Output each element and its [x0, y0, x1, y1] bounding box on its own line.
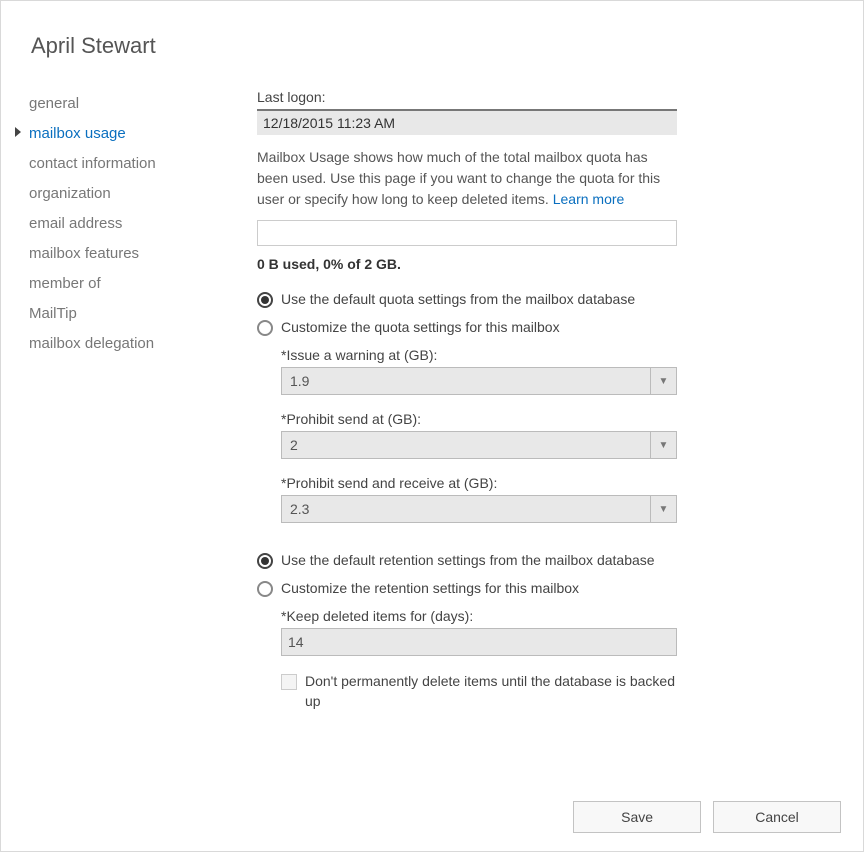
- save-button[interactable]: Save: [573, 801, 701, 833]
- learn-more-link[interactable]: Learn more: [553, 191, 625, 207]
- prohibit-sr-select[interactable]: 2.3 ▼: [281, 495, 677, 523]
- quota-custom-label: Customize the quota settings for this ma…: [281, 318, 560, 338]
- sidebar-item-label: mailbox features: [29, 245, 139, 262]
- issue-warning-value: 1.9: [290, 373, 309, 389]
- retention-default-option[interactable]: Use the default retention settings from …: [257, 551, 677, 571]
- retention-custom-option[interactable]: Customize the retention settings for thi…: [257, 579, 677, 599]
- usage-summary: 0 B used, 0% of 2 GB.: [257, 256, 677, 272]
- sidebar-item-mailbox-usage[interactable]: mailbox usage: [29, 119, 257, 149]
- sidebar-item-label: organization: [29, 185, 111, 202]
- last-logon-value: 12/18/2015 11:23 AM: [257, 109, 677, 135]
- radio-icon: [257, 553, 273, 569]
- sidebar-item-label: contact information: [29, 155, 156, 172]
- checkbox-icon: [281, 674, 297, 690]
- quota-custom-fields: *Issue a warning at (GB): 1.9 ▼ *Prohibi…: [281, 347, 677, 523]
- sidebar-item-general[interactable]: general: [29, 89, 257, 119]
- sidebar-item-label: MailTip: [29, 305, 77, 322]
- chevron-down-icon: ▼: [650, 496, 676, 522]
- issue-warning-label: *Issue a warning at (GB):: [281, 347, 677, 363]
- caret-right-icon: [15, 127, 21, 137]
- sidebar-item-label: member of: [29, 275, 101, 292]
- retention-custom-fields: *Keep deleted items for (days): 14 Don't…: [281, 608, 677, 711]
- keep-days-label: *Keep deleted items for (days):: [281, 608, 677, 624]
- radio-dot-icon: [261, 296, 269, 304]
- sidebar-item-email-address[interactable]: email address: [29, 209, 257, 239]
- radio-icon: [257, 320, 273, 336]
- sidebar-item-label: general: [29, 95, 79, 112]
- quota-default-label: Use the default quota settings from the …: [281, 290, 635, 310]
- radio-dot-icon: [261, 557, 269, 565]
- radio-icon: [257, 292, 273, 308]
- prohibit-send-label: *Prohibit send at (GB):: [281, 411, 677, 427]
- sidebar-item-member-of[interactable]: member of: [29, 269, 257, 299]
- prohibit-sr-value: 2.3: [290, 501, 309, 517]
- sidebar-item-label: mailbox usage: [29, 125, 126, 142]
- sidebar: general mailbox usage contact informatio…: [29, 89, 257, 712]
- sidebar-item-organization[interactable]: organization: [29, 179, 257, 209]
- dont-delete-label: Don't permanently delete items until the…: [305, 672, 677, 711]
- retention-custom-label: Customize the retention settings for thi…: [281, 579, 579, 599]
- usage-progress-input[interactable]: [257, 220, 677, 246]
- chevron-down-icon: ▼: [650, 368, 676, 394]
- chevron-down-icon: ▼: [650, 432, 676, 458]
- cancel-button[interactable]: Cancel: [713, 801, 841, 833]
- retention-default-label: Use the default retention settings from …: [281, 551, 655, 571]
- dialog-buttons: Save Cancel: [565, 801, 841, 833]
- last-logon-label: Last logon:: [257, 89, 677, 105]
- keep-days-input[interactable]: 14: [281, 628, 677, 656]
- issue-warning-select[interactable]: 1.9 ▼: [281, 367, 677, 395]
- page-title: April Stewart: [31, 33, 835, 59]
- sidebar-item-mailtip[interactable]: MailTip: [29, 299, 257, 329]
- prohibit-sr-label: *Prohibit send and receive at (GB):: [281, 475, 677, 491]
- sidebar-item-mailbox-features[interactable]: mailbox features: [29, 239, 257, 269]
- retention-section: Use the default retention settings from …: [257, 551, 677, 711]
- keep-days-value: 14: [288, 634, 304, 650]
- description-text: Mailbox Usage shows how much of the tota…: [257, 147, 677, 210]
- dont-delete-option[interactable]: Don't permanently delete items until the…: [281, 672, 677, 711]
- radio-icon: [257, 581, 273, 597]
- content-layout: general mailbox usage contact informatio…: [29, 89, 835, 712]
- sidebar-item-label: mailbox delegation: [29, 335, 154, 352]
- prohibit-send-value: 2: [290, 437, 298, 453]
- quota-default-option[interactable]: Use the default quota settings from the …: [257, 290, 677, 310]
- sidebar-item-contact-information[interactable]: contact information: [29, 149, 257, 179]
- main-panel: Last logon: 12/18/2015 11:23 AM Mailbox …: [257, 89, 677, 712]
- prohibit-send-select[interactable]: 2 ▼: [281, 431, 677, 459]
- sidebar-item-label: email address: [29, 215, 122, 232]
- mailbox-usage-dialog: April Stewart general mailbox usage cont…: [0, 0, 864, 852]
- sidebar-item-mailbox-delegation[interactable]: mailbox delegation: [29, 329, 257, 359]
- quota-custom-option[interactable]: Customize the quota settings for this ma…: [257, 318, 677, 338]
